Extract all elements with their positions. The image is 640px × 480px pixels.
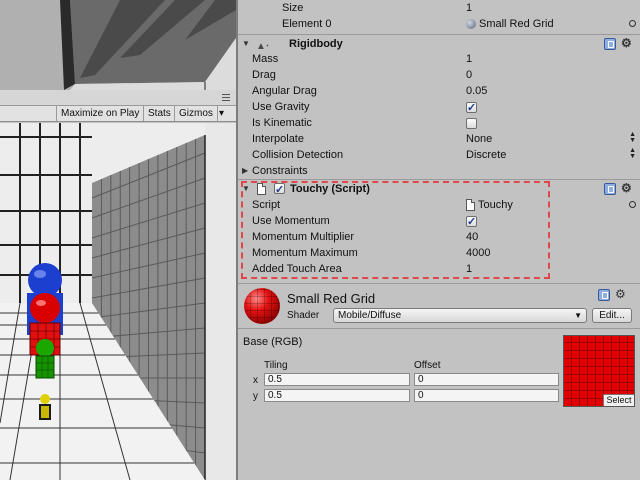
- object-picker-icon[interactable]: [629, 201, 636, 208]
- pane-menu-icon[interactable]: [222, 94, 230, 103]
- gear-icon[interactable]: ⚙: [615, 288, 627, 300]
- mass-label: Mass: [252, 53, 279, 65]
- collision-detection-row: Collision Detection Discrete ▲ ▼: [238, 147, 640, 163]
- help-icon[interactable]: [604, 183, 616, 195]
- y-axis-label: y: [253, 391, 258, 402]
- material-preview-sphere: [244, 288, 280, 324]
- size-row: Size 1: [238, 0, 640, 16]
- use-gravity-checkbox[interactable]: [466, 100, 477, 116]
- game-view[interactable]: [0, 123, 236, 480]
- size-field[interactable]: 1: [466, 0, 472, 16]
- edit-shader-button[interactable]: Edit...: [592, 308, 632, 323]
- x-axis-label: x: [253, 375, 258, 386]
- element-0-row: Element 0 Small Red Grid: [238, 16, 640, 32]
- dropdown-arrows-icon[interactable]: ▲ ▼: [629, 131, 636, 144]
- size-label: Size: [282, 2, 304, 14]
- scene-view[interactable]: [0, 0, 236, 90]
- shader-dropdown[interactable]: Mobile/Diffuse ▼: [333, 308, 587, 323]
- chevron-down-icon: ▼: [574, 311, 582, 320]
- scene-view-render: [0, 0, 236, 90]
- interpolate-row: Interpolate None ▲ ▼: [238, 131, 640, 147]
- gizmos-button[interactable]: Gizmos: [174, 106, 218, 121]
- angular-drag-field[interactable]: 0.05: [466, 83, 487, 99]
- shader-value: Mobile/Diffuse: [338, 310, 402, 321]
- offset-x-field[interactable]: 0: [414, 373, 559, 386]
- drag-label: Drag: [252, 69, 276, 81]
- help-icon[interactable]: [598, 289, 610, 301]
- divider: [238, 328, 640, 329]
- use-gravity-label: Use Gravity: [252, 101, 310, 113]
- stats-button[interactable]: Stats: [143, 106, 175, 121]
- is-kinematic-label: Is Kinematic: [252, 117, 312, 129]
- is-kinematic-checkbox[interactable]: [466, 117, 477, 129]
- drag-row: Drag 0: [238, 67, 640, 83]
- element-0-label: Element 0: [282, 18, 332, 30]
- interpolate-dropdown[interactable]: None: [466, 131, 492, 147]
- tiling-y-field[interactable]: 0.5: [264, 389, 410, 402]
- element-0-value: Small Red Grid: [479, 18, 554, 30]
- material-section: Small Red Grid Shader Mobile/Diffuse ▼ E…: [238, 284, 640, 328]
- angular-drag-row: Angular Drag 0.05: [238, 83, 640, 99]
- dropdown-arrows-icon[interactable]: ▲ ▼: [629, 147, 636, 160]
- use-gravity-row: Use Gravity: [238, 99, 640, 116]
- game-view-render: [0, 123, 236, 480]
- inspector-panel: Size 1 Element 0 Small Red Grid ▼ ▲⋅ Rig…: [238, 0, 640, 480]
- offset-y-field[interactable]: 0: [414, 389, 559, 402]
- foldout-collapsed-icon[interactable]: ▶: [242, 163, 248, 179]
- is-kinematic-row: Is Kinematic: [238, 115, 640, 131]
- constraints-label: Constraints: [252, 165, 308, 177]
- tiling-x-field[interactable]: 0.5: [264, 373, 410, 386]
- object-picker-icon[interactable]: [629, 20, 636, 27]
- tiling-label: Tiling: [264, 360, 288, 371]
- collision-detection-label: Collision Detection: [252, 149, 344, 161]
- texture-slot[interactable]: Select: [563, 335, 635, 407]
- highlight-box: [241, 181, 550, 279]
- shader-label: Shader: [287, 310, 320, 321]
- drag-field[interactable]: 0: [466, 67, 472, 83]
- interpolate-label: Interpolate: [252, 133, 304, 145]
- material-icon: [466, 19, 476, 30]
- collision-detection-dropdown[interactable]: Discrete: [466, 147, 506, 163]
- maximize-on-play-button[interactable]: Maximize on Play: [56, 106, 143, 121]
- base-rgb-label: Base (RGB): [243, 336, 303, 348]
- game-view-toolbar: Maximize on Play Stats Gizmos ▾: [0, 106, 236, 122]
- gizmos-dropdown-icon[interactable]: ▾: [215, 106, 228, 121]
- constraints-row[interactable]: ▶ Constraints: [238, 163, 640, 179]
- element-0-field[interactable]: Small Red Grid: [466, 16, 554, 32]
- help-icon[interactable]: [604, 38, 616, 50]
- pane-separator: [0, 90, 236, 106]
- material-name: Small Red Grid: [287, 291, 376, 306]
- gear-icon[interactable]: ⚙: [621, 37, 633, 49]
- gear-icon[interactable]: ⚙: [621, 182, 633, 194]
- texture-select-button[interactable]: Select: [603, 394, 634, 406]
- mass-row: Mass 1: [238, 51, 640, 67]
- angular-drag-label: Angular Drag: [252, 85, 317, 97]
- offset-label: Offset: [414, 360, 441, 371]
- mass-field[interactable]: 1: [466, 51, 472, 67]
